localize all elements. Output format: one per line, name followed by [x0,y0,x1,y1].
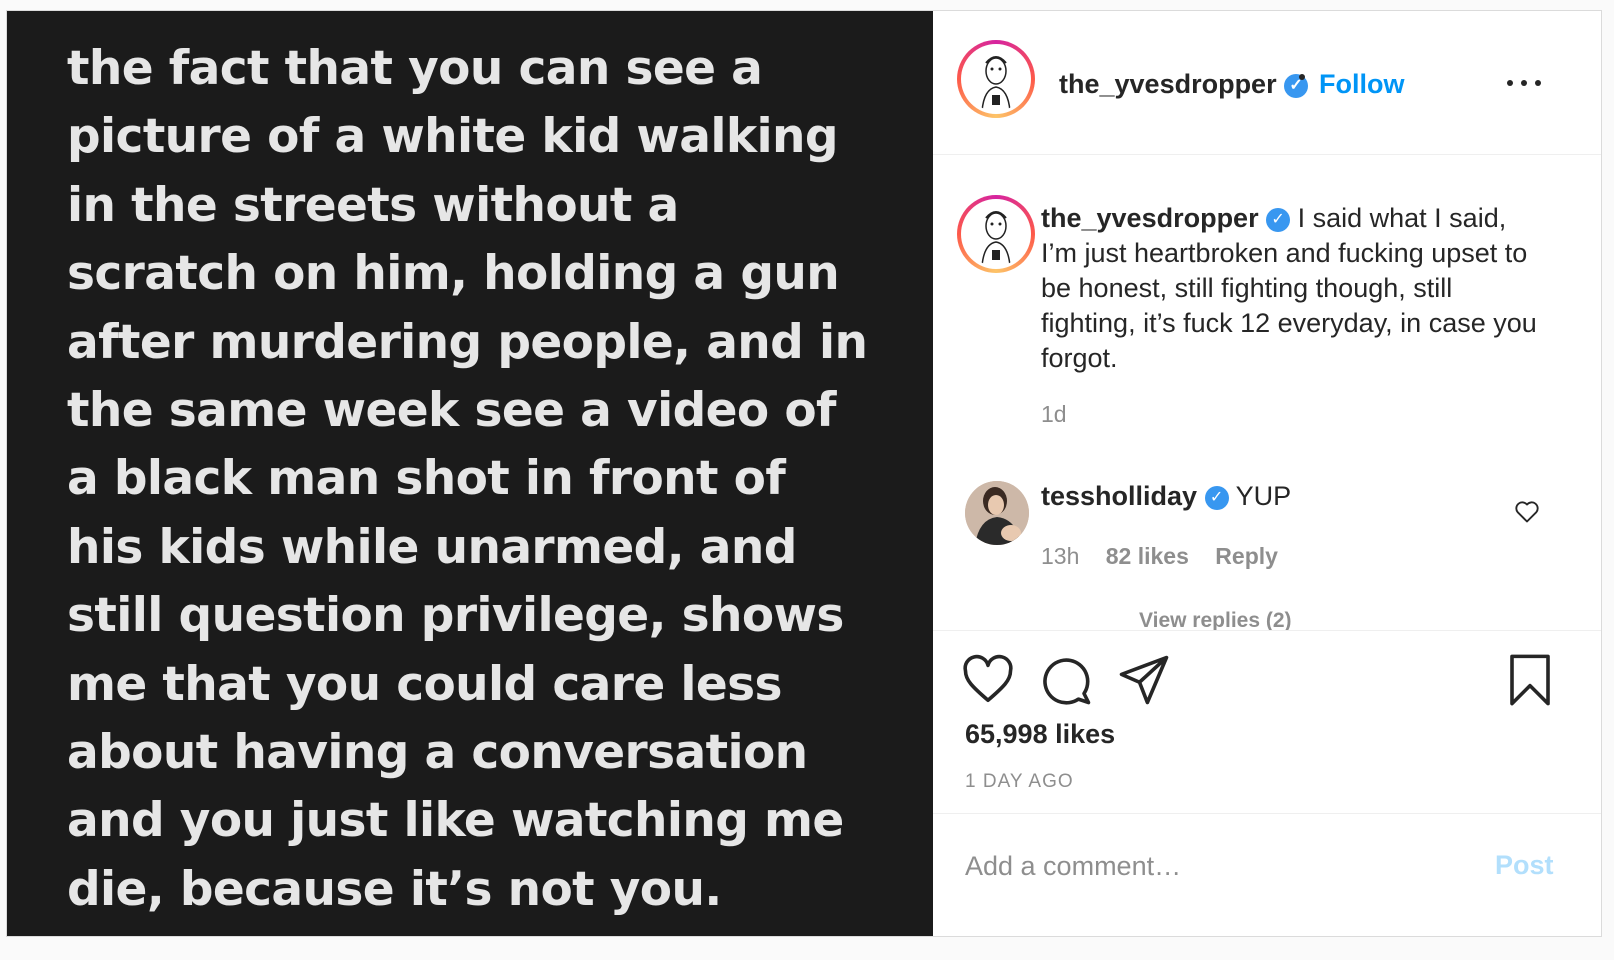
sketch-portrait-icon [981,211,1011,266]
likes-count[interactable]: 65,998 likes [965,719,1115,750]
comment-meta: 13h 82 likes Reply [1041,543,1298,570]
post-image-line: in the streets without a [67,177,679,233]
post-image-text: the fact that you can see a picture of a… [67,35,917,924]
caption-username[interactable]: the_yvesdropper [1041,203,1259,233]
save-bookmark-icon[interactable] [1503,653,1557,707]
post-image-line: scratch on him, holding a gun [67,246,840,302]
caption-avatar[interactable] [957,195,1035,273]
post-image-line: the fact that you can see a [67,41,763,96]
author-username[interactable]: the_yvesdropper ✓ [1059,69,1309,100]
instagram-post: the fact that you can see a picture of a… [6,10,1602,937]
add-comment-bar: Post [933,813,1601,937]
post-image-line: a black man shot in front of [67,451,786,507]
comment-likes[interactable]: 82 likes [1106,543,1189,569]
post-image-line: his kids while unarmed, and [67,519,797,575]
post-image-line: after murdering people, and in [67,314,868,370]
comment-timestamp[interactable]: 13h [1041,543,1079,569]
like-heart-icon[interactable] [961,653,1015,707]
reply-button[interactable]: Reply [1215,543,1278,569]
comment-like-heart-icon[interactable] [1513,497,1541,525]
comment-text: tessholliday ✓ YUP [1041,481,1291,512]
sketch-portrait-icon [981,56,1011,111]
person-photo-icon [965,481,1029,545]
post-comment-button[interactable]: Post [1495,850,1554,881]
post-timestamp[interactable]: 1 DAY AGO [965,771,1074,793]
more-options-icon[interactable] [1505,66,1545,96]
post-sidebar: the_yvesdropper ✓ Follow the_yvesdropper… [933,11,1601,936]
verified-badge-icon: ✓ [1266,207,1291,232]
follow-button[interactable]: Follow [1319,69,1404,100]
post-actions: 65,998 likes 1 DAY AGO [933,630,1601,814]
caption-timestamp[interactable]: 1d [1041,401,1067,428]
verified-badge-icon: ✓ [1204,485,1229,510]
post-image-line: die, because it’s not you. [67,861,722,917]
post-image-line: the same week see a video of [67,383,836,439]
post-image[interactable]: the fact that you can see a picture of a… [7,11,933,936]
comment-body: YUP [1235,481,1292,511]
post-image-line: picture of a white kid walking [67,109,839,165]
comments-section[interactable]: the_yvesdropper ✓ I said what I said, I’… [933,155,1601,630]
post-image-line: and you just like watching me [67,793,844,849]
comment-input[interactable] [965,846,1465,886]
caption-text: the_yvesdropper ✓ I said what I said, I’… [1041,201,1541,376]
view-replies-button[interactable]: View replies (2) [1139,609,1292,630]
post-image-line: still question privilege, shows [67,588,844,644]
share-send-icon[interactable] [1117,653,1171,707]
author-avatar[interactable] [957,40,1035,118]
commenter-avatar[interactable] [965,481,1029,545]
post-image-line: about having a conversation [67,725,808,781]
separator-dot [1299,74,1305,80]
post-image-line: me that you could care less [67,656,783,712]
commenter-username[interactable]: tessholliday [1041,481,1197,511]
comment-bubble-icon[interactable] [1039,653,1093,707]
post-header: the_yvesdropper ✓ Follow [933,11,1601,155]
